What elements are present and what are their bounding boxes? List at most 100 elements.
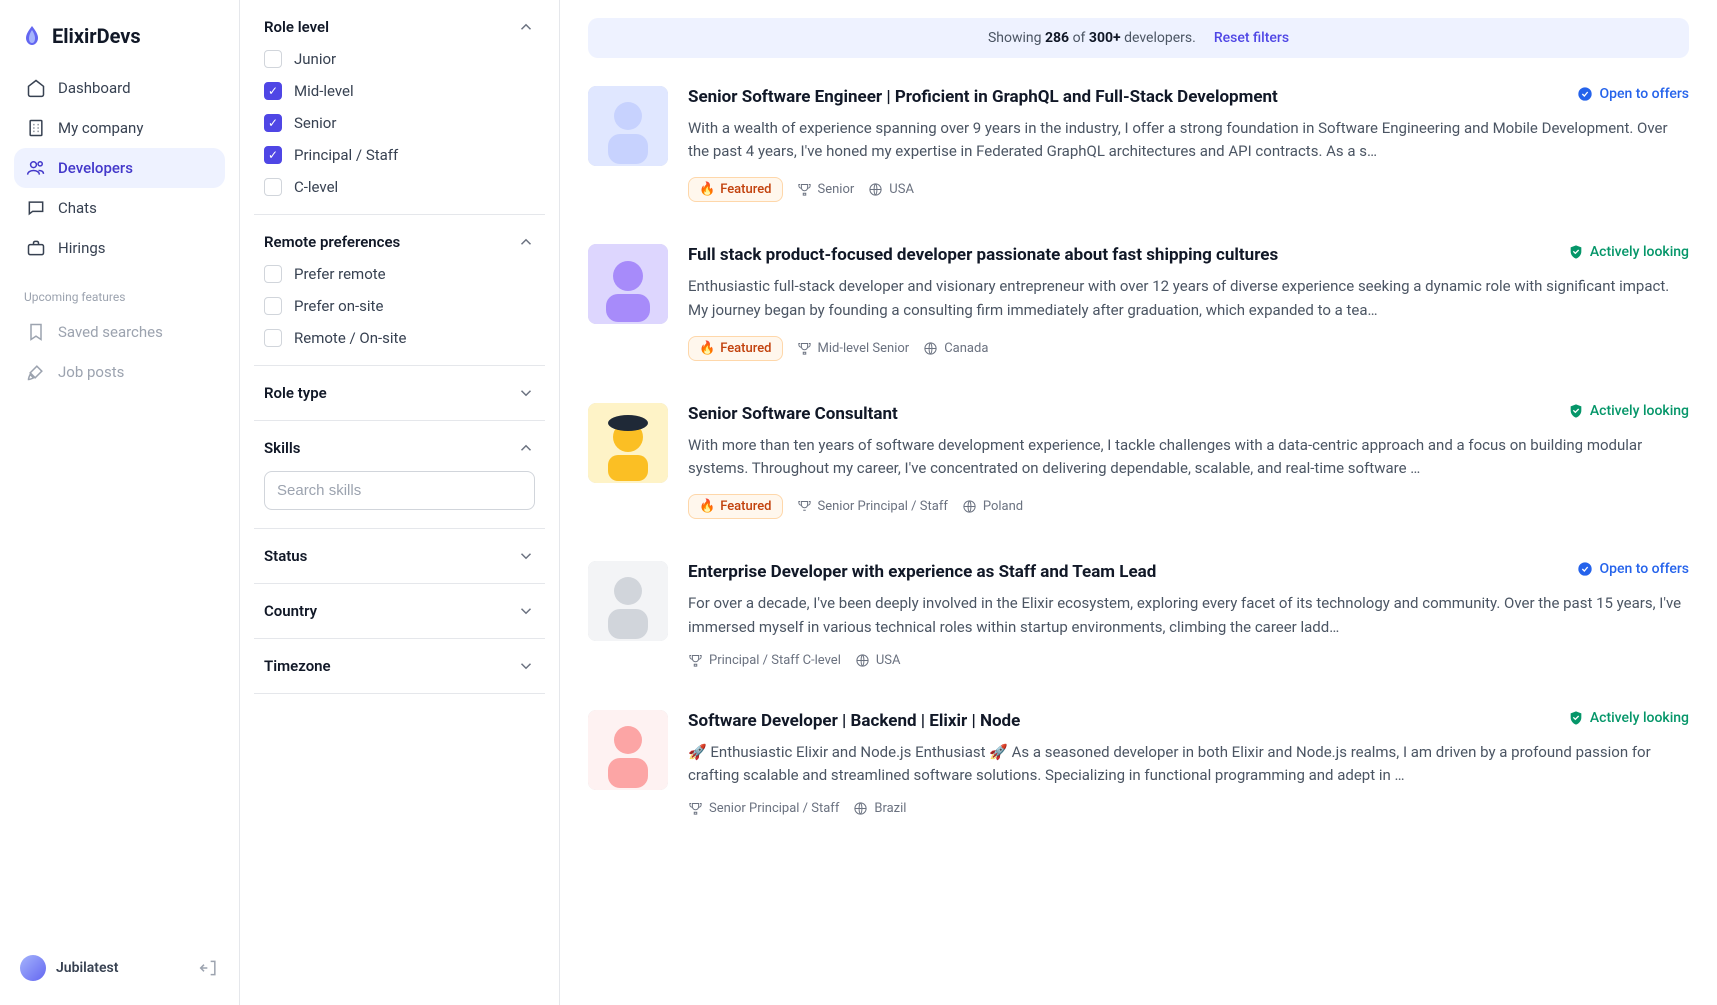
featured-tag: 🔥Featured <box>688 336 783 361</box>
checkbox <box>264 114 282 132</box>
filter-title: Timezone <box>264 657 331 675</box>
status-open: Open to offers <box>1577 86 1689 102</box>
shield-icon <box>1568 403 1584 419</box>
check-principal[interactable]: Principal / Staff <box>264 146 535 164</box>
nav-job-posts[interactable]: Job posts <box>14 352 225 392</box>
chevron-down-icon <box>517 657 535 675</box>
flame-icon: 🔥 <box>699 182 715 197</box>
trophy-icon <box>797 182 812 197</box>
upcoming-label: Upcoming features <box>14 268 225 312</box>
filter-header-skills[interactable]: Skills <box>264 439 535 457</box>
check-circle-icon <box>1577 561 1593 577</box>
nav-label: Job posts <box>58 363 124 381</box>
card-title: Enterprise Developer with experience as … <box>688 561 1156 584</box>
checkbox <box>264 82 282 100</box>
filter-header-timezone[interactable]: Timezone <box>264 657 535 675</box>
nav-hirings[interactable]: Hirings <box>14 228 225 268</box>
nav-label: Dashboard <box>58 79 131 97</box>
level-tag: Senior Principal / Staff <box>688 801 839 816</box>
brand-name: ElixirDevs <box>52 24 141 48</box>
logout-icon[interactable] <box>199 958 219 978</box>
globe-icon <box>923 341 938 356</box>
filter-title: Country <box>264 602 317 620</box>
developer-card[interactable]: Enterprise Developer with experience as … <box>588 561 1689 709</box>
check-junior[interactable]: Junior <box>264 50 535 68</box>
level-tag: Senior <box>797 182 855 197</box>
avatar <box>588 710 668 790</box>
nav-developers[interactable]: Developers <box>14 148 225 188</box>
user-avatar[interactable] <box>20 955 46 981</box>
building-icon <box>26 118 46 138</box>
check-mid[interactable]: Mid-level <box>264 82 535 100</box>
check-senior[interactable]: Senior <box>264 114 535 132</box>
check-clevel[interactable]: C-level <box>264 178 535 196</box>
check-label: Prefer on-site <box>294 297 383 315</box>
nav-label: Saved searches <box>58 323 163 341</box>
check-label: Principal / Staff <box>294 146 398 164</box>
filter-header-status[interactable]: Status <box>264 547 535 565</box>
filter-country: Country <box>254 584 545 639</box>
filter-header-role-type[interactable]: Role type <box>264 384 535 402</box>
developer-card[interactable]: Senior Software Engineer | Proficient in… <box>588 86 1689 244</box>
developer-card[interactable]: Senior Software Consultant Actively look… <box>588 403 1689 561</box>
developer-card[interactable]: Software Developer | Backend | Elixir | … <box>588 710 1689 858</box>
nav-dashboard[interactable]: Dashboard <box>14 68 225 108</box>
avatar <box>588 244 668 324</box>
country-tag: USA <box>868 182 914 197</box>
globe-icon <box>855 653 870 668</box>
status-open: Open to offers <box>1577 561 1689 577</box>
shield-icon <box>1568 710 1584 726</box>
filter-title: Role level <box>264 18 329 36</box>
filter-role-type: Role type <box>254 366 545 421</box>
card-title: Senior Software Engineer | Proficient in… <box>688 86 1278 109</box>
check-either[interactable]: Remote / On-site <box>264 329 535 347</box>
avatar <box>588 403 668 483</box>
check-label: C-level <box>294 178 338 196</box>
developer-card[interactable]: Full stack product-focused developer pas… <box>588 244 1689 402</box>
card-title: Senior Software Consultant <box>688 403 898 426</box>
nav-company[interactable]: My company <box>14 108 225 148</box>
nav-label: Developers <box>58 159 133 177</box>
filter-header-role-level[interactable]: Role level <box>264 18 535 36</box>
bookmark-icon <box>26 322 46 342</box>
chevron-up-icon <box>517 439 535 457</box>
card-desc: Enthusiastic full-stack developer and vi… <box>688 275 1689 322</box>
results-bar: Showing 286 of 300+ developers. Reset fi… <box>588 18 1689 58</box>
avatar <box>588 561 668 641</box>
check-prefer-remote[interactable]: Prefer remote <box>264 265 535 283</box>
filter-title: Skills <box>264 439 300 457</box>
filter-title: Role type <box>264 384 327 402</box>
country-tag: USA <box>855 653 901 668</box>
sidebar-footer: Jubilatest <box>14 945 225 991</box>
filter-status: Status <box>254 529 545 584</box>
card-title: Full stack product-focused developer pas… <box>688 244 1278 267</box>
level-tag: Principal / Staff C-level <box>688 653 841 668</box>
card-desc: With more than ten years of software dev… <box>688 434 1689 481</box>
logo-icon <box>20 24 44 48</box>
filter-header-country[interactable]: Country <box>264 602 535 620</box>
home-icon <box>26 78 46 98</box>
search-skills-input[interactable] <box>264 471 535 510</box>
nav-label: Hirings <box>58 239 106 257</box>
filter-header-remote[interactable]: Remote preferences <box>264 233 535 251</box>
checkbox <box>264 50 282 68</box>
status-active: Actively looking <box>1568 710 1689 726</box>
check-prefer-onsite[interactable]: Prefer on-site <box>264 297 535 315</box>
chevron-up-icon <box>517 233 535 251</box>
check-circle-icon <box>1577 86 1593 102</box>
reset-filters-link[interactable]: Reset filters <box>1214 30 1289 46</box>
nav-saved-searches[interactable]: Saved searches <box>14 312 225 352</box>
featured-tag: 🔥Featured <box>688 494 783 519</box>
user-name: Jubilatest <box>56 960 189 976</box>
checkbox <box>264 329 282 347</box>
filter-role-level: Role level Junior Mid-level Senior Princ… <box>254 0 545 215</box>
main-content: Showing 286 of 300+ developers. Reset fi… <box>560 0 1717 1005</box>
nav-chats[interactable]: Chats <box>14 188 225 228</box>
trophy-icon <box>797 341 812 356</box>
filter-timezone: Timezone <box>254 639 545 694</box>
chevron-down-icon <box>517 602 535 620</box>
users-icon <box>26 158 46 178</box>
sidebar: ElixirDevs Dashboard My company Develope… <box>0 0 240 1005</box>
filter-title: Remote preferences <box>264 233 400 251</box>
brand[interactable]: ElixirDevs <box>14 14 225 68</box>
